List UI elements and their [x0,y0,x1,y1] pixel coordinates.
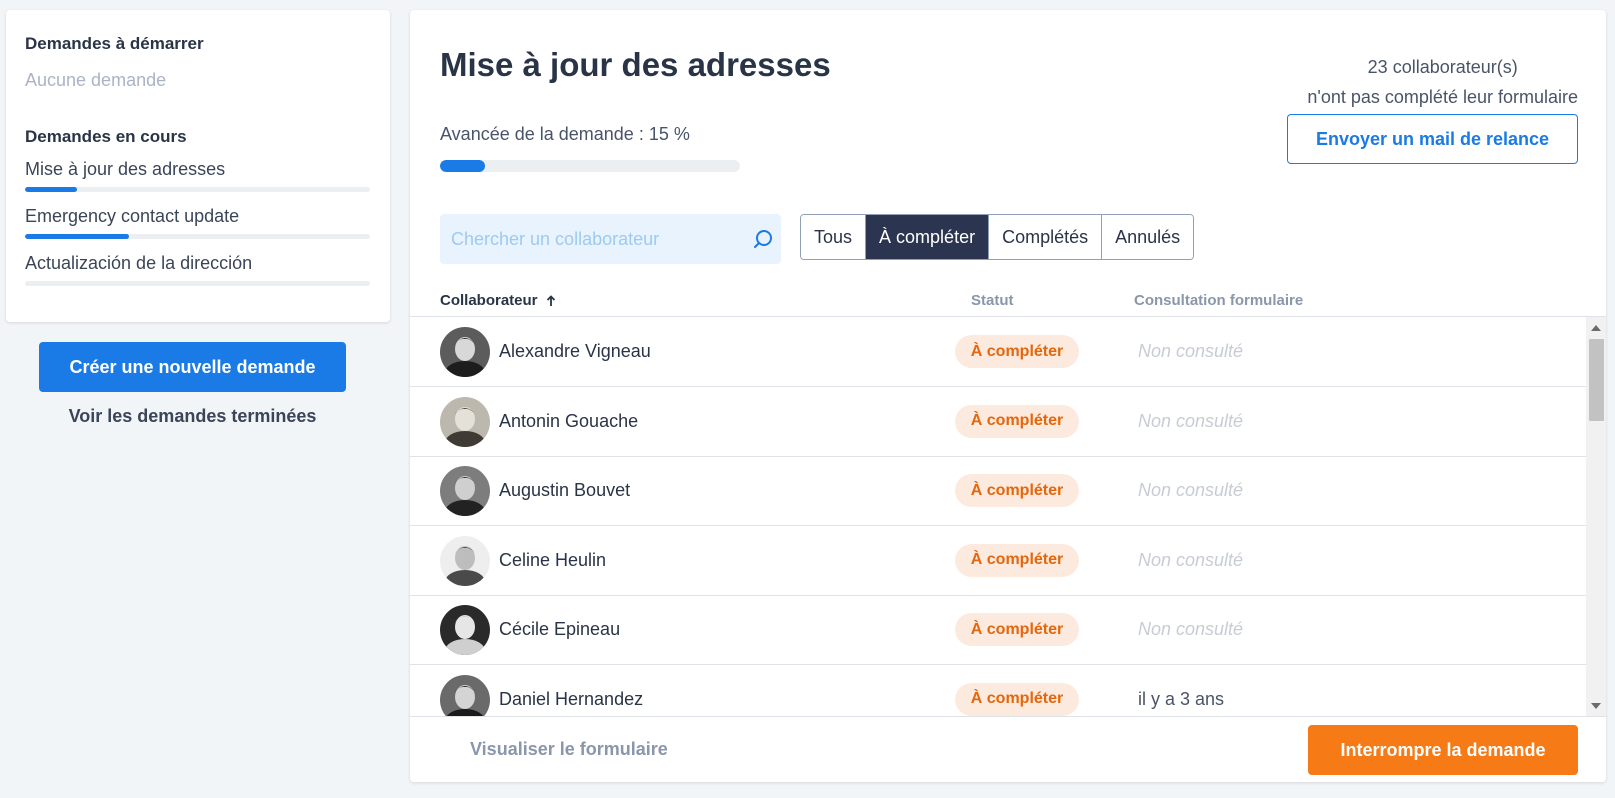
search-icon[interactable] [753,229,773,249]
filter-tab[interactable]: Tous [801,215,867,259]
table-row[interactable]: Antonin Gouache À compléter Non consulté [410,387,1586,457]
sidebar-request-item[interactable]: Actualización de la dirección [25,253,370,286]
consultation-value: Non consulté [1138,619,1244,639]
in-progress-list: Mise à jour des adresses Emergency contac… [25,159,370,286]
finished-requests-link[interactable]: Voir les demandes terminées [39,406,346,427]
consultation-value: Non consulté [1138,480,1244,500]
table-row[interactable]: Alexandre Vigneau À compléter Non consulté [410,317,1586,387]
status-badge: À compléter [955,404,1079,438]
send-reminder-button[interactable]: Envoyer un mail de relance [1287,114,1578,164]
incomplete-description: n'ont pas complété leur formulaire [1307,87,1578,107]
request-progress-fill [440,160,485,172]
status-badge: À compléter [955,335,1079,368]
sidebar-request-progress-fill [25,234,129,239]
page-title: Mise à jour des adresses [440,46,831,83]
collaborator-name: Augustin Bouvet [499,480,631,500]
arrow-up-icon [546,294,555,306]
table-scrollbar[interactable] [1586,317,1606,716]
sidebar-request-label: Actualización de la dirección [25,253,253,273]
create-request-button[interactable]: Créer une nouvelle demande [39,342,346,392]
search-input[interactable] [440,214,781,264]
avatar [440,605,490,655]
avatar [440,396,490,447]
scroll-thumb[interactable] [1589,339,1604,421]
panel-footer: Visualiser le formulaire Interrompre la … [410,716,1606,782]
table-row[interactable]: Celine Heulin À compléter Non consulté [410,526,1586,596]
collaborator-name: Daniel Hernandez [499,688,644,709]
table-row[interactable]: Augustin Bouvet À compléter Non consulté [410,456,1586,526]
requests-sidebar: Demandes à démarrer Aucune demande Deman… [6,10,390,322]
column-header-status[interactable]: Statut [971,292,1014,309]
consultation-value: Non consulté [1138,341,1244,361]
filter-tab[interactable]: Complétés [989,215,1103,259]
sidebar-request-label: Emergency contact update [25,206,240,226]
consultation-value: il y a 3 ans [1138,688,1225,709]
in-progress-heading: Demandes en cours [25,127,187,146]
status-badge: À compléter [955,682,1079,716]
progress-label: Avancée de la demande : 15 % [440,124,690,144]
avatar [440,535,490,586]
avatar [440,674,490,716]
sidebar-request-progress [25,281,370,286]
column-header-collaborator-label: Collaborateur [440,292,538,309]
request-progress-bar [440,160,740,172]
search-box [440,214,781,264]
status-badge: À compléter [955,613,1079,646]
scroll-up-arrow-icon[interactable] [1591,325,1601,331]
sidebar-request-label: Mise à jour des adresses [25,159,226,179]
avatar [440,466,490,516]
sidebar-request-item[interactable]: Mise à jour des adresses [25,159,370,192]
table-row[interactable]: Daniel Hernandez À compléter il y a 3 ans [410,665,1586,716]
stop-request-button[interactable]: Interrompre la demande [1308,725,1578,775]
filter-tab[interactable]: À compléter [866,215,990,259]
sidebar-request-progress-fill [25,187,77,192]
consultation-value: Non consulté [1138,549,1244,570]
filter-tab[interactable]: Annulés [1102,215,1194,259]
request-detail-panel: Mise à jour des adresses Avancée de la d… [410,10,1606,782]
avatar [440,327,490,377]
column-header-collaborator[interactable]: Collaborateur [440,292,556,309]
table-row[interactable]: Cécile Epineau À compléter Non consulté [410,595,1586,665]
collaborators-table: Alexandre Vigneau À compléter Non consulté… [410,316,1606,716]
collaborator-name: Alexandre Vigneau [499,341,651,361]
collaborator-name: Antonin Gouache [499,410,639,431]
incomplete-count: 23 collaborateur(s) [1367,57,1518,77]
sidebar-request-item[interactable]: Emergency contact update [25,206,370,239]
view-form-link[interactable]: Visualiser le formulaire [470,739,668,760]
incomplete-summary: 23 collaborateur(s) n'ont pas complété l… [1307,52,1578,112]
scroll-down-arrow-icon[interactable] [1591,703,1601,709]
consultation-value: Non consulté [1138,410,1244,431]
column-header-consultation[interactable]: Consultation formulaire [1134,292,1303,309]
collaborator-name: Cécile Epineau [499,619,621,639]
sidebar-request-progress [25,234,370,239]
status-filter-tabs: Tous À compléter Complétés Annulés [800,214,1195,260]
sidebar-request-progress [25,187,370,192]
status-badge: À compléter [955,543,1079,577]
status-badge: À compléter [955,474,1079,507]
to-start-empty-text: Aucune demande [25,70,167,90]
to-start-heading: Demandes à démarrer [25,34,204,53]
collaborator-name: Celine Heulin [499,549,607,570]
